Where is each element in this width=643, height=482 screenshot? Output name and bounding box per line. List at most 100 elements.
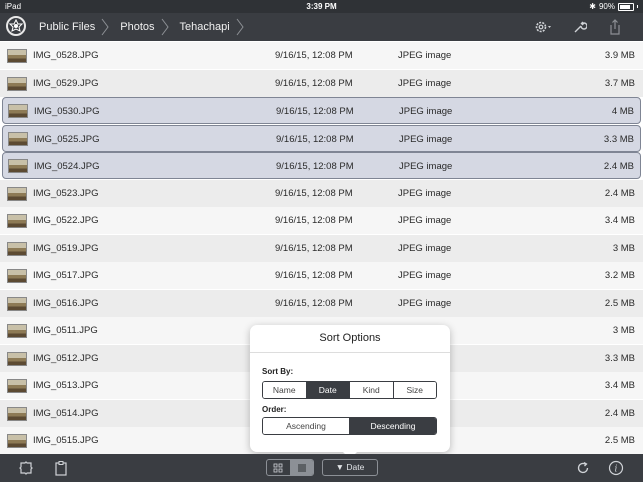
file-row[interactable]: IMG_0530.JPG 9/16/15, 12:08 PM JPEG image 4… xyxy=(2,97,641,124)
file-date: 9/16/15, 12:08 PM xyxy=(275,297,353,309)
sort-by-option-kind[interactable]: Kind xyxy=(349,382,393,398)
file-date: 9/16/15, 12:08 PM xyxy=(275,215,353,226)
order-option-descending[interactable]: Descending xyxy=(349,418,436,434)
file-thumbnail xyxy=(7,241,27,256)
file-name: IMG_0523.JPG xyxy=(33,187,99,199)
file-name: IMG_0530.JPG xyxy=(34,106,100,117)
file-thumbnail xyxy=(7,76,27,91)
file-name: IMG_0525.JPG xyxy=(34,133,100,145)
sort-by-option-size[interactable]: Size xyxy=(392,382,436,398)
file-row[interactable]: IMG_0523.JPG 9/16/15, 12:08 PM JPEG image 2… xyxy=(0,179,643,207)
popover-title: Sort Options xyxy=(250,325,450,353)
file-size: 3 MB xyxy=(612,242,635,254)
file-kind: JPEG image xyxy=(399,161,453,172)
file-size: 2.5 MB xyxy=(604,297,635,309)
file-row[interactable]: IMG_0525.JPG 9/16/15, 12:08 PM JPEG image 3… xyxy=(2,124,641,152)
file-row[interactable]: IMG_0516.JPG 9/16/15, 12:08 PM JPEG image 2… xyxy=(0,289,643,317)
file-thumbnail xyxy=(7,434,27,448)
file-size: 3.2 MB xyxy=(604,270,635,281)
battery-status: ✱ 90% xyxy=(589,0,638,13)
file-thumbnail xyxy=(8,131,28,146)
file-name: IMG_0514.JPG xyxy=(33,407,99,419)
breadcrumb-item[interactable]: Public Files xyxy=(30,13,111,41)
file-name: IMG_0517.JPG xyxy=(33,270,99,281)
file-kind: JPEG image xyxy=(398,77,452,89)
file-name: IMG_0516.JPG xyxy=(33,297,99,309)
sort-by-option-date[interactable]: Date xyxy=(305,382,349,398)
file-row[interactable]: IMG_0519.JPG 9/16/15, 12:08 PM JPEG image 3… xyxy=(0,234,643,262)
breadcrumb-item[interactable]: Tehachapi xyxy=(171,13,246,41)
file-thumbnail xyxy=(7,324,27,338)
file-name: IMG_0528.JPG xyxy=(33,50,99,61)
grid-view-icon[interactable] xyxy=(267,460,290,475)
file-size: 3.7 MB xyxy=(604,77,635,89)
file-thumbnail xyxy=(7,379,27,393)
file-size: 3.3 MB xyxy=(604,352,635,364)
file-thumbnail xyxy=(7,406,27,421)
file-row[interactable]: IMG_0528.JPG 9/16/15, 12:08 PM JPEG image 3… xyxy=(0,42,643,69)
file-size: 2.4 MB xyxy=(604,407,635,419)
file-size: 3 MB xyxy=(612,325,635,336)
file-name: IMG_0522.JPG xyxy=(33,215,99,226)
file-row[interactable]: IMG_0522.JPG 9/16/15, 12:08 PM JPEG image 3… xyxy=(0,207,643,234)
file-date: 9/16/15, 12:08 PM xyxy=(275,187,353,199)
sort-by-option-name[interactable]: Name xyxy=(263,382,306,398)
file-date: 9/16/15, 12:08 PM xyxy=(275,242,353,254)
breadcrumb-label: Photos xyxy=(120,21,155,33)
sort-by-segmented-control: Name Date Kind Size xyxy=(262,381,437,399)
file-size: 3.3 MB xyxy=(603,133,634,145)
gear-icon[interactable] xyxy=(532,17,556,37)
file-kind: JPEG image xyxy=(398,215,452,226)
file-row[interactable]: IMG_0517.JPG 9/16/15, 12:08 PM JPEG image 3… xyxy=(0,262,643,289)
file-name: IMG_0513.JPG xyxy=(33,380,99,391)
file-size: 2.4 MB xyxy=(604,187,635,199)
file-date: 9/16/15, 12:08 PM xyxy=(275,50,353,61)
battery-percent: 90% xyxy=(598,2,615,11)
status-bar: iPad 3:39 PM ✱ 90% xyxy=(0,0,643,13)
file-kind: JPEG image xyxy=(398,50,452,61)
file-kind: JPEG image xyxy=(398,297,452,309)
file-kind: JPEG image xyxy=(398,270,452,281)
file-date: 9/16/15, 12:08 PM xyxy=(276,106,354,117)
clock: 3:39 PM xyxy=(306,2,337,11)
sort-button[interactable]: ▼ Date xyxy=(322,459,378,476)
file-thumbnail xyxy=(7,214,27,228)
file-kind: JPEG image xyxy=(399,106,453,117)
refresh-icon[interactable] xyxy=(574,459,592,477)
file-name: IMG_0519.JPG xyxy=(33,242,99,254)
app-logo-icon[interactable] xyxy=(6,16,26,36)
chevron-right-icon xyxy=(101,18,109,36)
file-row[interactable]: IMG_0529.JPG 9/16/15, 12:08 PM JPEG image 3… xyxy=(0,69,643,97)
file-date: 9/16/15, 12:08 PM xyxy=(276,133,354,145)
file-thumbnail xyxy=(7,186,27,201)
file-kind: JPEG image xyxy=(398,242,452,254)
order-option-ascending[interactable]: Ascending xyxy=(263,418,349,434)
file-name: IMG_0515.JPG xyxy=(33,435,99,446)
file-thumbnail xyxy=(7,351,27,366)
info-icon[interactable]: i xyxy=(607,459,625,477)
file-kind: JPEG image xyxy=(399,133,453,145)
bluetooth-icon: ✱ xyxy=(589,2,596,11)
battery-icon xyxy=(618,2,634,11)
file-size: 3.9 MB xyxy=(604,50,635,61)
file-name: IMG_0524.JPG xyxy=(34,161,100,172)
breadcrumb-label: Tehachapi xyxy=(179,21,230,33)
file-kind: JPEG image xyxy=(398,187,452,199)
breadcrumb-item[interactable]: Photos xyxy=(111,13,170,41)
svg-text:i: i xyxy=(615,465,618,475)
file-row[interactable]: IMG_0524.JPG 9/16/15, 12:08 PM JPEG image 2… xyxy=(2,152,641,179)
file-size: 3.4 MB xyxy=(604,380,635,391)
chevron-right-icon xyxy=(161,18,169,36)
puzzle-icon[interactable] xyxy=(17,459,35,477)
wrench-icon[interactable] xyxy=(570,17,590,37)
file-thumbnail xyxy=(7,296,27,311)
list-view-icon[interactable] xyxy=(289,460,313,475)
file-thumbnail xyxy=(8,104,28,118)
chevron-right-icon xyxy=(236,18,244,36)
navigation-bar: Public Files Photos Tehachapi xyxy=(0,13,643,41)
share-icon[interactable] xyxy=(605,17,625,37)
view-mode-control xyxy=(266,459,314,476)
bottom-toolbar: ▼ Date i xyxy=(0,454,643,482)
file-size: 2.4 MB xyxy=(603,161,634,172)
clipboard-icon[interactable] xyxy=(52,459,70,477)
